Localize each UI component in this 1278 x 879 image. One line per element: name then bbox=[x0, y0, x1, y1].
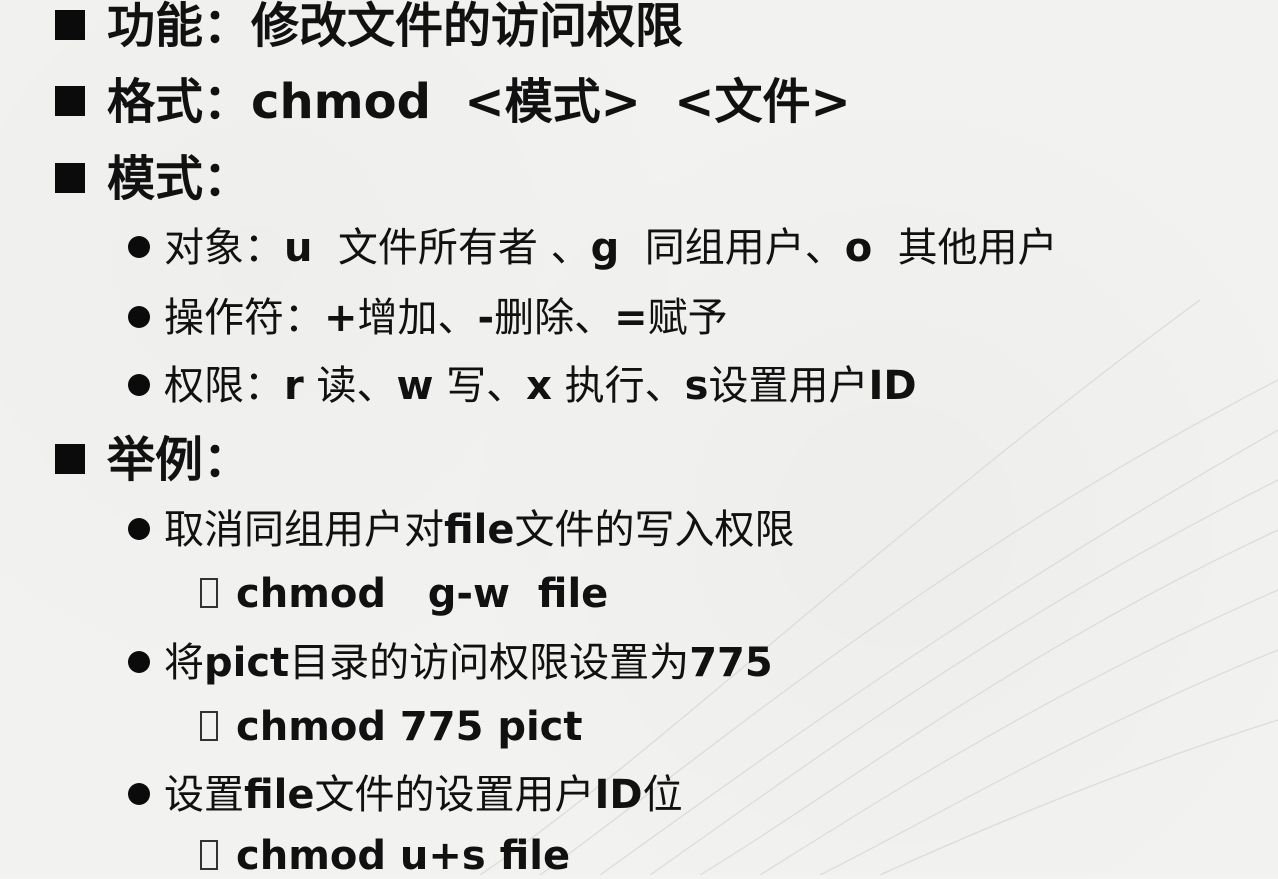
example-3-desc-post: 文件的设置用户 bbox=[314, 772, 595, 818]
bullet-format: 格式：chmod <模式> <文件> bbox=[55, 78, 851, 126]
example-1-desc-bold: file bbox=[444, 507, 515, 553]
perms-r: r bbox=[284, 363, 304, 409]
example-1-desc-post: 文件的写入权限 bbox=[514, 507, 795, 553]
black-circle-icon bbox=[128, 374, 150, 396]
example-3-command-text: chmod u+s file bbox=[236, 833, 571, 879]
example-3-desc-post2: 位 bbox=[642, 772, 683, 818]
example-2-desc-pre: 将 bbox=[164, 640, 204, 686]
sub-bullet-permissions: 权限：r 读、w 写、x 执行、s设置用户ID bbox=[128, 366, 917, 406]
black-circle-icon bbox=[128, 518, 150, 540]
perms-w: w bbox=[396, 363, 434, 409]
example-1-desc-pre: 取消同组用户对 bbox=[164, 507, 444, 553]
example-1-command-text: chmod g-w file bbox=[236, 571, 609, 617]
operators-minus-desc: 删除、 bbox=[494, 295, 615, 341]
example-2-description: 将pict目录的访问权限设置为775 bbox=[128, 643, 773, 683]
black-square-icon bbox=[55, 444, 85, 474]
objects-o-desc: 其他用户 bbox=[872, 225, 1058, 271]
operators-minus: - bbox=[477, 295, 495, 341]
example-2-desc-bold2: 775 bbox=[689, 640, 773, 686]
example-1-description: 取消同组用户对file文件的写入权限 bbox=[128, 510, 795, 550]
black-square-icon bbox=[55, 10, 85, 40]
operators-label: 操作符： bbox=[164, 295, 324, 341]
function-text: 修改文件的访问权限 bbox=[251, 0, 684, 54]
sub-bullet-operators: 操作符：+增加、-删除、=赋予 bbox=[128, 298, 728, 338]
example-3-desc-pre: 设置 bbox=[164, 772, 244, 818]
bullet-examples: 举例： bbox=[55, 436, 251, 484]
objects-g: g bbox=[590, 225, 620, 271]
example-1-command: chmod g-w file bbox=[200, 574, 608, 614]
example-3-description: 设置file文件的设置用户ID位 bbox=[128, 775, 683, 815]
perms-id: ID bbox=[868, 363, 917, 409]
perms-w-desc: 写、 bbox=[433, 363, 527, 409]
format-text: chmod <模式> <文件> bbox=[251, 74, 851, 130]
objects-u: u bbox=[284, 225, 313, 271]
perms-label: 权限： bbox=[164, 363, 284, 409]
black-circle-icon bbox=[128, 783, 150, 805]
black-square-icon bbox=[55, 86, 85, 116]
black-circle-icon bbox=[128, 306, 150, 328]
black-square-icon bbox=[55, 163, 85, 193]
perms-x: x bbox=[526, 363, 552, 409]
example-2-command: chmod 775 pict bbox=[200, 707, 583, 747]
objects-o: o bbox=[844, 225, 873, 271]
perms-s-desc: 设置用户 bbox=[708, 363, 869, 409]
example-3-command: chmod u+s file bbox=[200, 836, 570, 876]
bullet-mode: 模式： bbox=[55, 155, 251, 203]
example-3-desc-bold: file bbox=[244, 772, 315, 818]
perms-s: s bbox=[684, 363, 709, 409]
example-2-desc-bold: pict bbox=[204, 640, 290, 686]
operators-equal-desc: 赋予 bbox=[647, 295, 728, 341]
mode-label: 模式： bbox=[107, 151, 252, 207]
format-label: 格式： bbox=[107, 74, 252, 130]
sub-bullet-objects: 对象：u 文件所有者 、g 同组用户、o 其他用户 bbox=[128, 228, 1058, 268]
example-3-desc-bold2: ID bbox=[594, 772, 643, 818]
objects-label: 对象： bbox=[164, 225, 284, 271]
black-circle-icon bbox=[128, 236, 150, 258]
perms-x-desc: 执行、 bbox=[551, 363, 685, 409]
example-2-command-text: chmod 775 pict bbox=[236, 704, 583, 750]
examples-label: 举例： bbox=[107, 432, 252, 488]
operators-plus: + bbox=[324, 295, 358, 341]
placeholder-box-icon bbox=[200, 840, 218, 870]
bullet-function: 功能：修改文件的访问权限 bbox=[55, 2, 683, 50]
example-2-desc-post: 目录的访问权限设置为 bbox=[289, 640, 690, 686]
perms-r-desc: 读、 bbox=[303, 363, 397, 409]
objects-g-desc: 同组用户、 bbox=[619, 225, 845, 271]
objects-u-desc: 文件所有者 、 bbox=[312, 225, 591, 271]
placeholder-box-icon bbox=[200, 578, 218, 608]
operators-equal: = bbox=[614, 295, 648, 341]
function-label: 功能： bbox=[107, 0, 252, 54]
black-circle-icon bbox=[128, 651, 150, 673]
operators-plus-desc: 增加、 bbox=[357, 295, 478, 341]
placeholder-box-icon bbox=[200, 711, 218, 741]
